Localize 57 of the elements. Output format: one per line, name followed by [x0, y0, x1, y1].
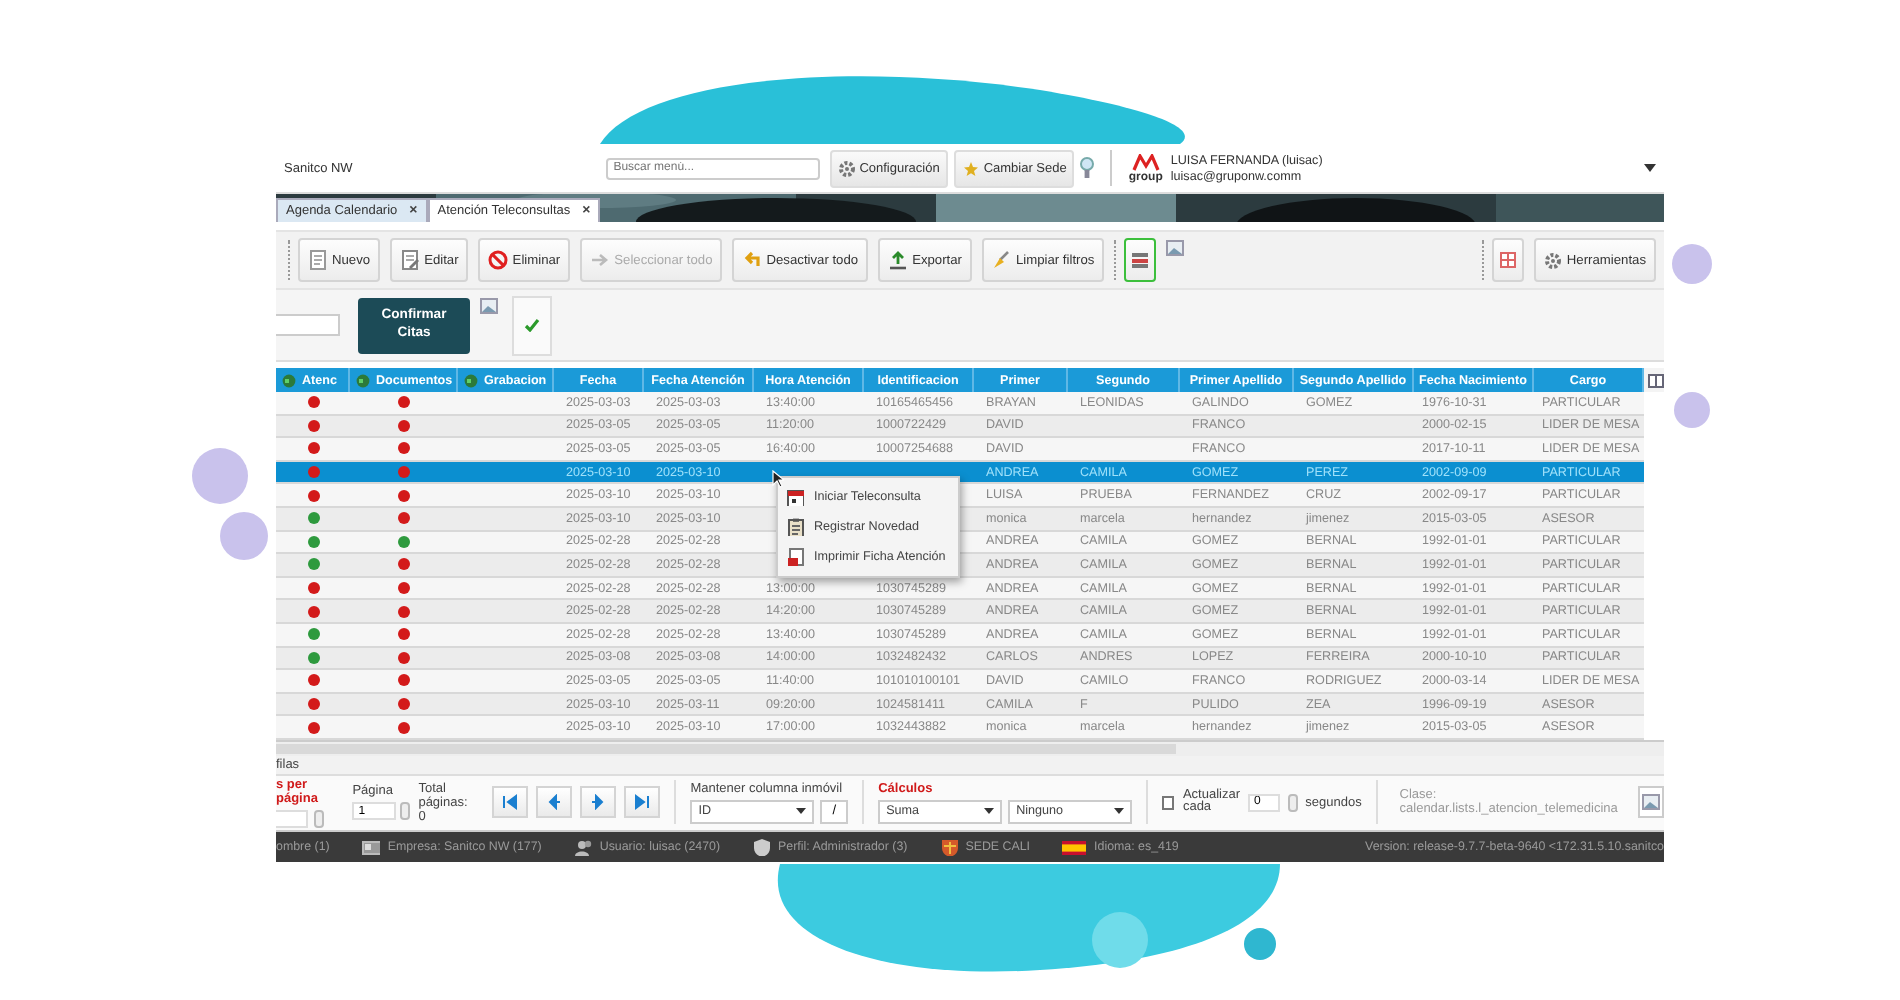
grid-settings-button[interactable]	[1492, 238, 1525, 282]
previous-page-icon	[546, 794, 563, 811]
last-page-icon	[634, 794, 651, 811]
users-icon	[573, 837, 592, 856]
settings-button[interactable]	[1638, 786, 1665, 819]
picture-frame-icon	[1166, 240, 1185, 256]
star-icon	[961, 159, 980, 177]
id-card-icon	[361, 837, 380, 856]
decorative-circle	[192, 448, 248, 504]
page-nav-button[interactable]	[536, 786, 573, 819]
page-nav-button[interactable]	[624, 786, 661, 819]
clipboard-icon	[786, 518, 804, 536]
broom-icon	[991, 250, 1012, 270]
page-nav-button[interactable]	[580, 786, 617, 819]
view-toggle-button[interactable]	[1124, 238, 1157, 282]
crest-icon	[939, 837, 958, 856]
spain-flag-icon	[1062, 837, 1087, 856]
light-bulb-icon	[1080, 156, 1095, 180]
next-page-icon	[590, 794, 607, 811]
globe-icon	[282, 373, 296, 387]
filter-field[interactable]	[276, 314, 340, 336]
globe-icon	[464, 373, 478, 387]
spinner-control[interactable]	[1288, 793, 1298, 812]
shield-icon	[752, 837, 771, 856]
decorative-circle	[220, 512, 268, 560]
confirm-check-button[interactable]	[512, 295, 552, 355]
caret-icon	[984, 808, 995, 815]
globe-icon	[356, 373, 370, 387]
document-print-icon	[786, 548, 804, 566]
refresh-checkbox[interactable]	[1161, 795, 1175, 810]
document-icon	[308, 250, 328, 270]
first-page-icon	[502, 794, 519, 811]
columns-icon[interactable]	[1648, 373, 1664, 387]
spinner-control[interactable]	[314, 809, 324, 828]
caret-icon	[796, 808, 807, 815]
logo-icon	[1131, 153, 1160, 171]
picture-frame-icon	[1642, 794, 1661, 811]
checkmark-icon	[524, 318, 540, 332]
scrollbar-thumb[interactable]	[276, 743, 1176, 754]
page-size-field[interactable]	[276, 809, 308, 828]
document-edit-icon	[400, 250, 421, 270]
prohibited-icon	[488, 250, 509, 270]
gear-icon	[837, 159, 856, 177]
caret-icon	[1644, 164, 1657, 172]
caret-icon	[1114, 808, 1125, 815]
picture-frame-icon	[480, 298, 498, 314]
gear-icon	[1544, 251, 1563, 269]
spinner-control[interactable]	[400, 802, 411, 821]
list-icon	[1132, 252, 1149, 268]
calendar-icon	[786, 488, 804, 506]
page-nav-button[interactable]	[492, 786, 529, 819]
upload-icon	[888, 250, 909, 270]
arrow-icon	[590, 250, 611, 270]
undo-arrow-icon	[742, 250, 763, 270]
decorative-circle	[1674, 392, 1710, 428]
decorative-circle	[1672, 244, 1712, 284]
grid-icon	[1500, 252, 1517, 268]
